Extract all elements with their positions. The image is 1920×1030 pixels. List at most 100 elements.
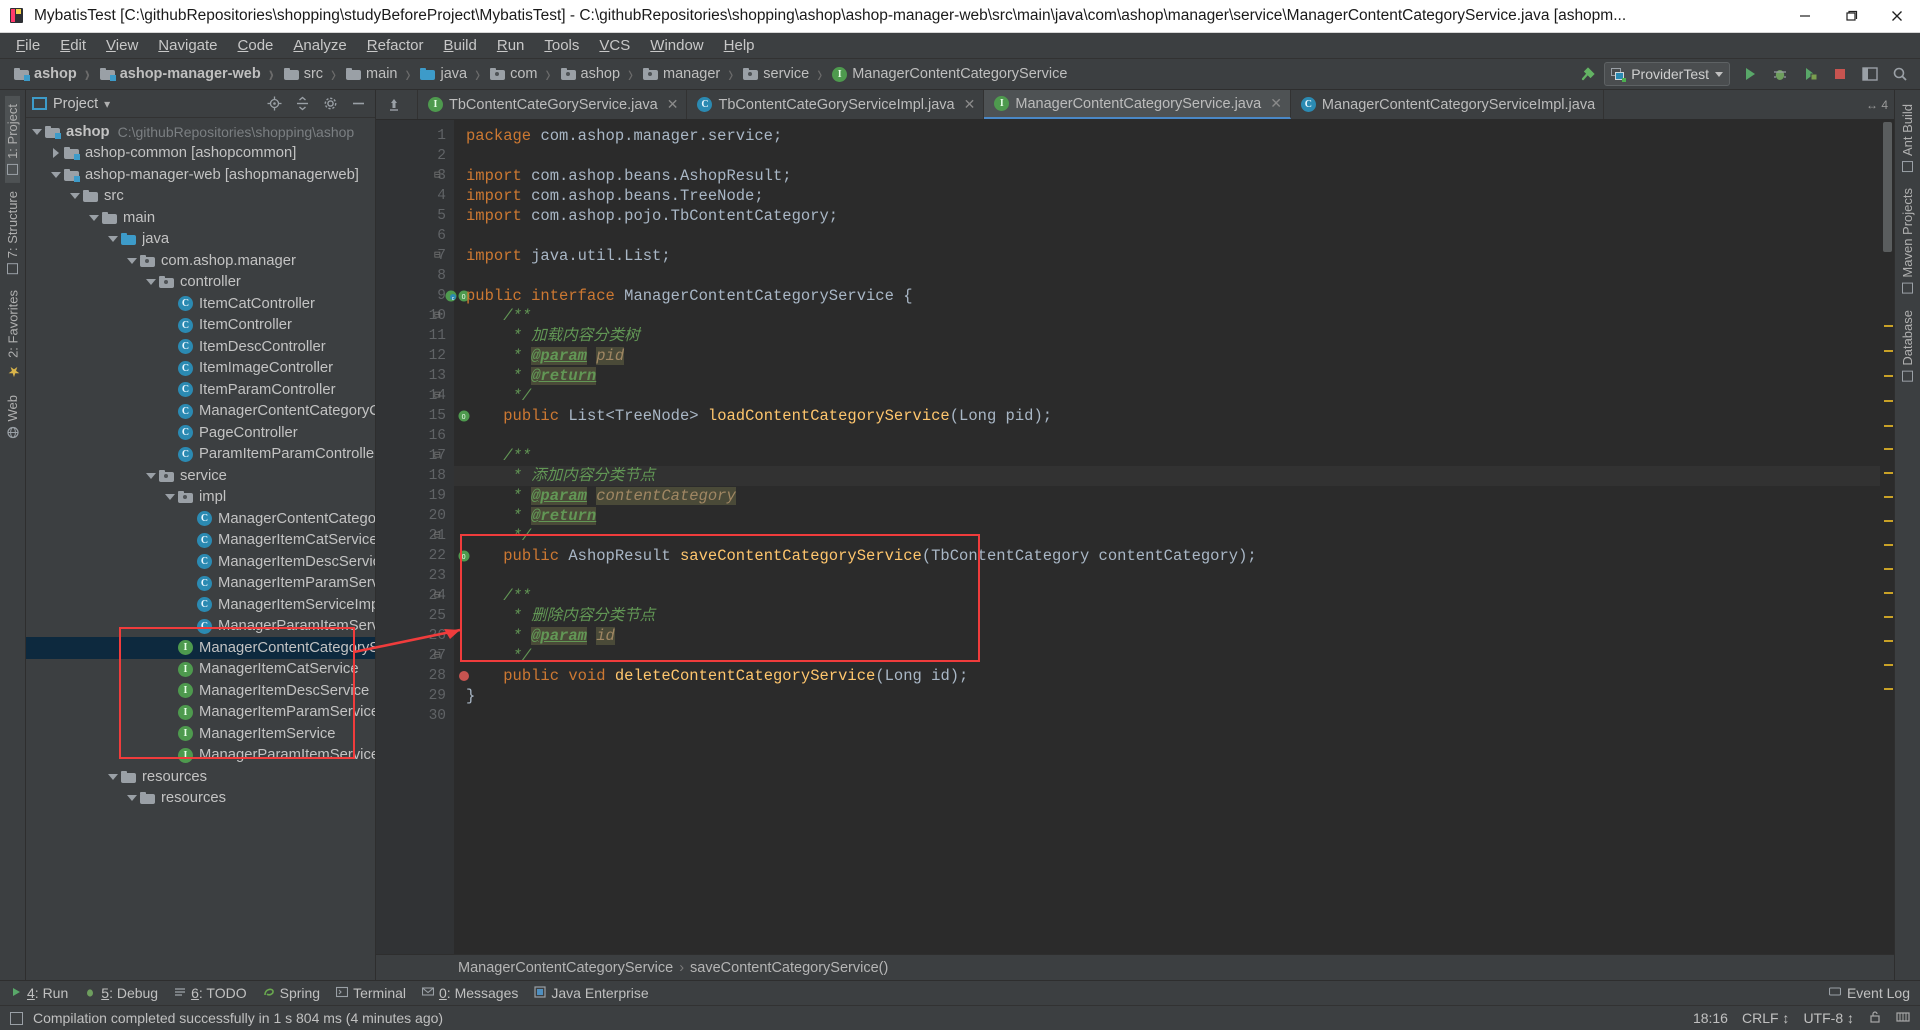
breadcrumb-item-6[interactable]: ashop › (555, 61, 638, 88)
chevron-down-icon[interactable] (30, 125, 43, 138)
code-line[interactable]: */ (454, 526, 1880, 546)
tree-row[interactable]: ashop-manager-web [ashopmanagerweb] (26, 164, 375, 186)
line-number[interactable]: 1 (376, 126, 454, 146)
code-line[interactable]: } (454, 686, 1880, 706)
line-number[interactable]: 30 (376, 706, 454, 726)
fold-marker-icon[interactable]: ⊟ (434, 246, 441, 266)
code-warning-marker[interactable] (1884, 350, 1893, 352)
tree-row[interactable]: controller (26, 272, 375, 294)
tree-row[interactable]: C ItemDescController (26, 336, 375, 358)
code-warning-marker[interactable] (1884, 688, 1893, 690)
tree-row[interactable]: resources (26, 788, 375, 810)
line-number[interactable]: 2 (376, 146, 454, 166)
hide-panel-icon[interactable] (347, 93, 369, 115)
menu-item-tools[interactable]: Tools (534, 35, 589, 56)
line-number[interactable]: 24 ⊟ (376, 586, 454, 606)
fold-marker-icon[interactable]: ⊟ (434, 306, 441, 326)
code-warning-marker[interactable] (1884, 400, 1893, 402)
code-line[interactable]: */ (454, 386, 1880, 406)
tool-window-button-terminal[interactable]: Terminal (336, 985, 406, 1001)
code-line[interactable]: * 加载内容分类树 (454, 326, 1880, 346)
tree-row[interactable]: C ManagerParamItemServiceI (26, 616, 375, 638)
editor-breadcrumb[interactable]: ManagerContentCategoryService › saveConten… (376, 954, 1894, 980)
tree-row[interactable]: I ManagerParamItemService (26, 745, 375, 767)
line-number[interactable]: 4 (376, 186, 454, 206)
project-view-dropdown[interactable]: ▾ (104, 97, 110, 111)
tree-row[interactable]: I ManagerItemDescService (26, 680, 375, 702)
chevron-down-icon[interactable] (87, 211, 100, 224)
line-number[interactable]: 29 (376, 686, 454, 706)
tree-row[interactable]: C ManagerItemParamServiceI (26, 573, 375, 595)
line-number[interactable]: 17 ⊟ (376, 446, 454, 466)
code-line[interactable]: import java.util.List; (454, 246, 1880, 266)
code-warning-marker[interactable] (1884, 664, 1893, 666)
tool-rail-database[interactable]: Database (1900, 302, 1915, 390)
code-line[interactable] (454, 426, 1880, 446)
editor-breadcrumb-item-1[interactable]: saveContentCategoryService() (690, 960, 888, 976)
tree-row[interactable]: ashop-common [ashopcommon] (26, 143, 375, 165)
line-number[interactable]: 21 ⊟ (376, 526, 454, 546)
chevron-down-icon[interactable] (144, 276, 157, 289)
code-line[interactable] (454, 706, 1880, 726)
code-warning-marker[interactable] (1884, 640, 1893, 642)
menu-item-run[interactable]: Run (487, 35, 535, 56)
code-warning-marker[interactable] (1884, 472, 1893, 474)
line-number[interactable]: 20 (376, 506, 454, 526)
tree-row[interactable]: C ManagerItemCatServiceImp (26, 530, 375, 552)
line-number[interactable]: 28 (376, 666, 469, 686)
line-number[interactable]: 18 (376, 466, 454, 486)
tree-row[interactable]: service (26, 465, 375, 487)
line-number[interactable]: 16 (376, 426, 454, 446)
line-number[interactable]: 19 (376, 486, 454, 506)
tool-window-button-run[interactable]: 4: Run (10, 985, 68, 1001)
editor-tab-1[interactable]: C TbContentCateGoryServiceImpl.java ✕ (687, 90, 985, 119)
menu-item-analyze[interactable]: Analyze (283, 35, 356, 56)
tree-row[interactable]: src (26, 186, 375, 208)
tree-row[interactable]: resources (26, 766, 375, 788)
editor-scrollbar-thumb[interactable] (1883, 122, 1892, 252)
tree-row[interactable]: C ItemParamController (26, 379, 375, 401)
code-warning-marker[interactable] (1884, 568, 1893, 570)
menu-item-vcs[interactable]: VCS (589, 35, 640, 56)
run-with-coverage-button[interactable] (1796, 61, 1824, 87)
fold-marker-icon[interactable]: ⊟ (434, 586, 441, 606)
chevron-right-icon[interactable] (49, 147, 62, 160)
breadcrumb-item-8[interactable]: service › (737, 61, 826, 88)
status-memory-icon[interactable] (1896, 1010, 1910, 1027)
menu-item-refactor[interactable]: Refactor (357, 35, 434, 56)
chevron-down-icon[interactable] (144, 469, 157, 482)
line-number[interactable]: 27 ⊟ (376, 646, 454, 666)
menu-item-file[interactable]: File (6, 35, 50, 56)
code-line[interactable]: */ (454, 646, 1880, 666)
status-lock-toggle-icon[interactable] (1868, 1010, 1882, 1027)
tool-window-button-javaenterprise[interactable]: Java Enterprise (534, 985, 649, 1001)
breadcrumb-item-1[interactable]: ashop-manager-web › (94, 61, 278, 88)
locate-icon[interactable] (263, 93, 285, 115)
tree-row[interactable]: C ItemController (26, 315, 375, 337)
code-line[interactable]: /** (454, 586, 1880, 606)
code-warning-marker[interactable] (1884, 325, 1893, 327)
fold-marker-icon[interactable]: ⊟ (434, 446, 441, 466)
line-number[interactable]: 15 O (376, 406, 470, 426)
line-number[interactable]: 11 (376, 326, 454, 346)
tree-row[interactable]: ashop C:\githubRepositories\shopping\asho… (26, 121, 375, 143)
line-number[interactable]: 13 (376, 366, 454, 386)
breadcrumb-item-2[interactable]: src › (278, 61, 340, 88)
tree-row[interactable]: com.ashop.manager (26, 250, 375, 272)
tool-window-button-messages[interactable]: 0: Messages (421, 985, 518, 1001)
tree-row[interactable]: C ItemImageController (26, 358, 375, 380)
tool-window-button-debug[interactable]: 5: Debug (84, 985, 158, 1001)
editor-tab-3[interactable]: C ManagerContentCategoryServiceImpl.java (1290, 90, 1605, 119)
chevron-down-icon[interactable] (125, 254, 138, 267)
status-encoding[interactable]: UTF-8 ↕ (1803, 1010, 1854, 1026)
tree-row[interactable]: impl (26, 487, 375, 509)
tree-row[interactable]: java (26, 229, 375, 251)
chevron-down-icon[interactable] (106, 770, 119, 783)
menu-item-edit[interactable]: Edit (50, 35, 96, 56)
code-line[interactable] (454, 266, 1880, 286)
line-number[interactable]: 12 (376, 346, 454, 366)
line-number[interactable]: 25 (376, 606, 454, 626)
tree-row[interactable]: C PageController (26, 422, 375, 444)
tree-row[interactable]: C ManagerItemServiceImpl (26, 594, 375, 616)
code-line[interactable]: public void deleteContentCategoryService… (454, 666, 1880, 686)
